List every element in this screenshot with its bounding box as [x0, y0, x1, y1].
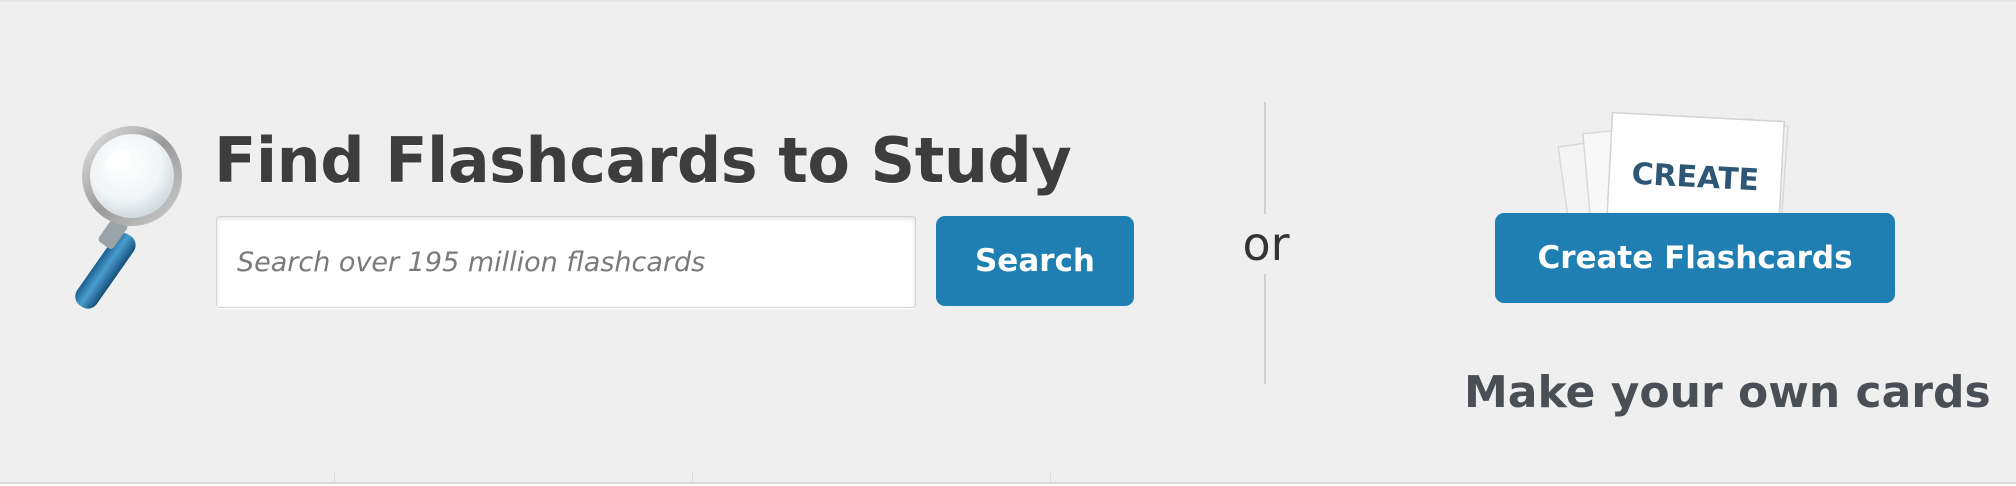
column-tick — [1050, 472, 1051, 482]
create-cards-icon: CREATE — [1557, 112, 1789, 220]
make-own-cards-text: Make your own cards — [1464, 367, 1991, 418]
search-button[interactable]: Search — [936, 216, 1134, 306]
create-flashcards-button[interactable]: Create Flashcards — [1495, 213, 1895, 303]
column-tick — [334, 472, 335, 482]
search-input[interactable] — [216, 216, 916, 308]
or-label: or — [1240, 214, 1292, 274]
magnifying-glass-icon — [75, 126, 182, 309]
create-card-label: CREATE — [1631, 157, 1760, 199]
study-create-banner: Find Flashcards to Study Search or CREAT… — [0, 0, 2016, 484]
page-title: Find Flashcards to Study — [214, 124, 1072, 197]
column-tick — [692, 472, 693, 482]
